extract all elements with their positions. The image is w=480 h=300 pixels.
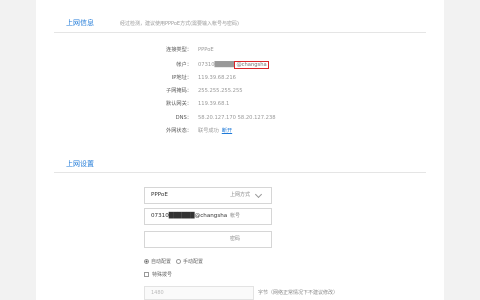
wan-mode-label: 上网方式	[230, 192, 251, 198]
right-gutter	[444, 0, 480, 300]
row-value: 联号成功 断开	[198, 126, 232, 136]
account-value-prefix: 07310	[151, 213, 169, 219]
row-value: 119.39.68.1	[198, 101, 230, 107]
account-value-suffix: @changsha	[194, 213, 228, 219]
account-prefix: 07310	[198, 62, 215, 68]
account-label: 帐号	[230, 213, 241, 219]
account-value: 07310██████@changsha	[151, 213, 228, 219]
content-panel	[36, 0, 444, 300]
password-label: 密码	[230, 236, 241, 242]
row-label: 默认网关：	[166, 101, 192, 107]
row-value: PPPoE	[198, 47, 214, 53]
manual-config-label: 手动配置	[183, 259, 204, 265]
divider	[54, 32, 426, 33]
password-field[interactable]: 密码	[144, 231, 272, 248]
account-domain-highlight: @changsha	[234, 61, 269, 69]
row-value: 58.20.127.170 58.20.127.238	[198, 115, 276, 121]
checkbox-icon	[144, 272, 149, 277]
row-label: IP地址：	[171, 75, 192, 81]
special-dial-label: 特殊拨号	[152, 272, 173, 278]
row-value: 119.39.68.216	[198, 75, 236, 81]
row-label: 外网状态：	[166, 128, 192, 134]
settings-section-title: 上网设置	[66, 160, 94, 168]
mtu-value: 1480	[151, 290, 164, 296]
mtu-field[interactable]: 1480	[144, 286, 254, 300]
mtu-note: 字节（网络正常情况下不建议修改）	[258, 290, 339, 296]
row-label: 帐户：	[176, 62, 192, 68]
manual-config-radio[interactable]: 手动配置	[176, 258, 203, 265]
wan-status-text: 联号成功	[198, 128, 219, 134]
radio-unchecked-icon	[176, 259, 181, 264]
info-section-title: 上网信息	[66, 19, 94, 27]
auto-config-label: 自动配置	[151, 259, 172, 265]
wan-mode-value: PPPoE	[151, 192, 168, 198]
special-dial-checkbox[interactable]: 特殊拨号	[144, 271, 172, 278]
radio-checked-icon	[144, 259, 149, 264]
divider	[54, 172, 426, 173]
left-gutter	[0, 0, 36, 300]
wan-mode-select[interactable]: PPPoE 上网方式	[144, 187, 272, 204]
chevron-down-icon	[254, 190, 263, 199]
row-label: 连接类型：	[166, 47, 192, 53]
row-value: 255.255.255.255	[198, 88, 243, 94]
account-field[interactable]: 07310██████@changsha 帐号	[144, 208, 272, 225]
row-value: 07310█████ @changsha	[198, 61, 269, 69]
auto-config-radio[interactable]: 自动配置	[144, 258, 171, 265]
info-hint: 经过检测，建议使用PPPoE方式(需要输入帐号与密码)	[120, 21, 239, 27]
disconnect-link[interactable]: 断开	[222, 128, 232, 134]
row-label: DNS：	[175, 115, 192, 121]
row-label: 子网掩码：	[166, 88, 192, 94]
